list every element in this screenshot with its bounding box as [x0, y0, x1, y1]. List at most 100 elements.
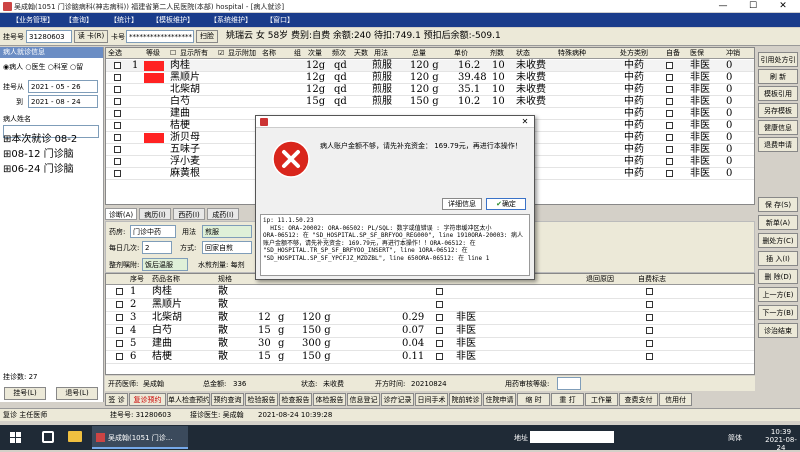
clock[interactable]: 10:39 2021-08-24 — [764, 428, 798, 452]
read-card-button[interactable]: 读 卡(R) — [74, 30, 108, 43]
action-button-16[interactable]: 信用付 — [659, 393, 692, 406]
tab-western[interactable]: 西药(I) — [173, 208, 205, 220]
menu-window[interactable]: 【窗口】 — [266, 15, 294, 25]
cell-total: 300 g — [302, 338, 331, 349]
side-button-9[interactable]: 插 入(I) — [758, 251, 798, 266]
action-button-4[interactable]: 检验报告 — [245, 393, 278, 406]
side-button-4[interactable]: 健康信息 — [758, 120, 798, 135]
ime-indicator[interactable]: 简体 — [728, 433, 742, 443]
maximize-button[interactable]: ☐ — [738, 0, 768, 13]
ok-button[interactable]: ✔确定 — [486, 198, 526, 210]
close-window-button[interactable]: ✕ — [768, 0, 798, 13]
card-number-input[interactable]: ****************** — [126, 30, 194, 43]
col-price: 单价 — [454, 49, 468, 57]
per-day-select[interactable]: 2 — [142, 241, 172, 254]
cell-ins: 非医 — [690, 108, 710, 119]
review-level-input[interactable] — [557, 377, 581, 390]
prescription-row[interactable]: 1 肉桂 12g qd 煎服 120 g 16.2 10 未收费 中药 非医 0 — [106, 60, 754, 72]
action-button-12[interactable]: 缩 时 — [517, 393, 550, 406]
side-button-12[interactable]: 下一方(B) — [758, 305, 798, 320]
date-to-input[interactable]: 2021 - 08 - 24 — [28, 95, 98, 108]
address-input[interactable] — [530, 431, 614, 443]
cancel-register-button[interactable]: 退号(L) — [56, 387, 98, 400]
minimize-button[interactable]: — — [708, 0, 738, 13]
herb-row[interactable]: 6 桔梗 散 15 g 150 g 0.11 非医 — [106, 351, 754, 364]
details-button[interactable]: 详细信息 — [442, 198, 482, 210]
cell-no: 4 — [130, 325, 137, 336]
action-button-0[interactable]: 签 诊 — [105, 393, 128, 406]
menu-query[interactable]: 【查询】 — [65, 15, 93, 25]
side-button-2[interactable]: 模板引用 — [758, 86, 798, 101]
card-no-input[interactable]: 31280603 — [26, 30, 72, 43]
action-button-15[interactable]: 查费支付 — [619, 393, 658, 406]
side-button-5[interactable]: 退费申请 — [758, 137, 798, 152]
action-button-8[interactable]: 诊疗记录 — [381, 393, 414, 406]
herb-row[interactable]: 5 建曲 散 30 g 300 g 0.04 非医 — [106, 338, 754, 351]
action-button-2[interactable]: 单人检查预约 — [167, 393, 210, 406]
cell-status: 未收费 — [516, 72, 546, 83]
pharmacy-select[interactable]: 门诊中药 — [130, 225, 176, 238]
show-attach-checkbox[interactable]: ☑ — [218, 48, 224, 59]
herb-row[interactable]: 3 北柴胡 散 12 g 120 g 0.29 非医 — [106, 312, 754, 325]
action-button-14[interactable]: 工作量 — [585, 393, 618, 406]
side-button-7[interactable]: 新单(A) — [758, 215, 798, 230]
scan-face-button[interactable]: 扫脸 — [196, 30, 218, 43]
side-button-10[interactable]: 删 除(D) — [758, 269, 798, 284]
ok-label: 确定 — [501, 200, 516, 208]
dialog-close-button[interactable]: ✕ — [518, 116, 532, 128]
error-detail-text[interactable]: ip: 11.1.50.23 HIS: ORA-20002: ORA-06502… — [260, 214, 530, 276]
total-value: 336 — [233, 380, 247, 388]
action-button-11[interactable]: 住院申请 — [483, 393, 516, 406]
tree-item[interactable]: ⊞08-12 门诊脑 — [3, 147, 101, 162]
action-button-6[interactable]: 体检报告 — [313, 393, 346, 406]
herb-row[interactable]: 1 肉桂 散 — [106, 286, 754, 299]
menu-business[interactable]: 【业务管理】 — [12, 15, 54, 25]
tree-item[interactable]: ⊞本次就诊 08-2 — [3, 132, 101, 147]
usage-select[interactable]: 煎服 — [202, 225, 252, 238]
action-button-1[interactable]: 复诊预约 — [129, 393, 166, 406]
action-button-9[interactable]: 日间手术 — [415, 393, 448, 406]
register-button[interactable]: 挂号(L) — [4, 387, 46, 400]
col-select-all[interactable]: 全选 — [108, 48, 122, 59]
side-button-8[interactable]: 删处方(C) — [758, 233, 798, 248]
date-from-input[interactable]: 2021 - 05 - 26 — [28, 80, 98, 93]
prescription-row[interactable]: 北柴胡 12g qd 煎服 120 g 35.1 10 未收费 中药 非医 0 — [106, 84, 754, 96]
folder-icon[interactable] — [68, 431, 82, 442]
tab-record[interactable]: 病历(I) — [139, 208, 171, 220]
side-button-6[interactable]: 保 存(S) — [758, 197, 798, 212]
action-button-7[interactable]: 信息登记 — [347, 393, 380, 406]
action-button-10[interactable]: 院前转诊 — [449, 393, 482, 406]
taskbar-app-button[interactable]: 吴成翰(1051 门诊... — [92, 426, 188, 449]
instruction-input[interactable]: 饭后温服 — [142, 258, 188, 271]
prescription-row[interactable]: 黑顺片 12g qd 煎服 120 g 39.48 10 未收费 中药 非医 0 — [106, 72, 754, 84]
side-button-11[interactable]: 上一方(E) — [758, 287, 798, 302]
show-all-checkbox[interactable]: ☐ — [170, 48, 176, 59]
herb-row[interactable]: 4 白芍 散 15 g 150 g 0.07 非医 — [106, 325, 754, 338]
tree-item[interactable]: ⊞06-24 门诊脑 — [3, 162, 101, 177]
task-view-icon[interactable] — [42, 431, 54, 443]
prescription-row[interactable]: 白芍 15g qd 煎服 150 g 10.2 10 未收费 中药 非医 0 — [106, 96, 754, 108]
herb-row[interactable]: 2 黑顺片 散 — [106, 299, 754, 312]
cell-ins: 非医 — [456, 312, 476, 323]
col-self-pay: 自费标志 — [638, 275, 666, 283]
cell-x: 0 — [726, 72, 733, 83]
tab-diagnosis[interactable]: 诊断(A) — [105, 208, 137, 220]
action-button-5[interactable]: 检查报告 — [279, 393, 312, 406]
cell-usage: 煎服 — [372, 72, 392, 83]
date-to-label: 到 — [16, 98, 23, 106]
side-button-3[interactable]: 另存模板 — [758, 103, 798, 118]
side-button-1[interactable]: 刷 新 — [758, 69, 798, 84]
action-button-13[interactable]: 重 打 — [551, 393, 584, 406]
cell-packs: 10 — [492, 96, 505, 107]
menu-system[interactable]: 【系统维护】 — [210, 15, 252, 25]
method-select[interactable]: 回家自煎 — [202, 241, 252, 254]
windows-start-icon[interactable] — [10, 432, 21, 443]
side-button-13[interactable]: 诊治结束 — [758, 323, 798, 338]
action-button-3[interactable]: 预约查询 — [211, 393, 244, 406]
cell-name: 麻黄根 — [170, 168, 200, 179]
cell-name: 白芍 — [170, 96, 190, 107]
side-button-0[interactable]: 引用处方引 — [758, 52, 798, 67]
menu-template[interactable]: 【模板维护】 — [152, 15, 194, 25]
menu-statistics[interactable]: 【统计】 — [110, 15, 138, 25]
tab-patent[interactable]: 成药(I) — [207, 208, 239, 220]
